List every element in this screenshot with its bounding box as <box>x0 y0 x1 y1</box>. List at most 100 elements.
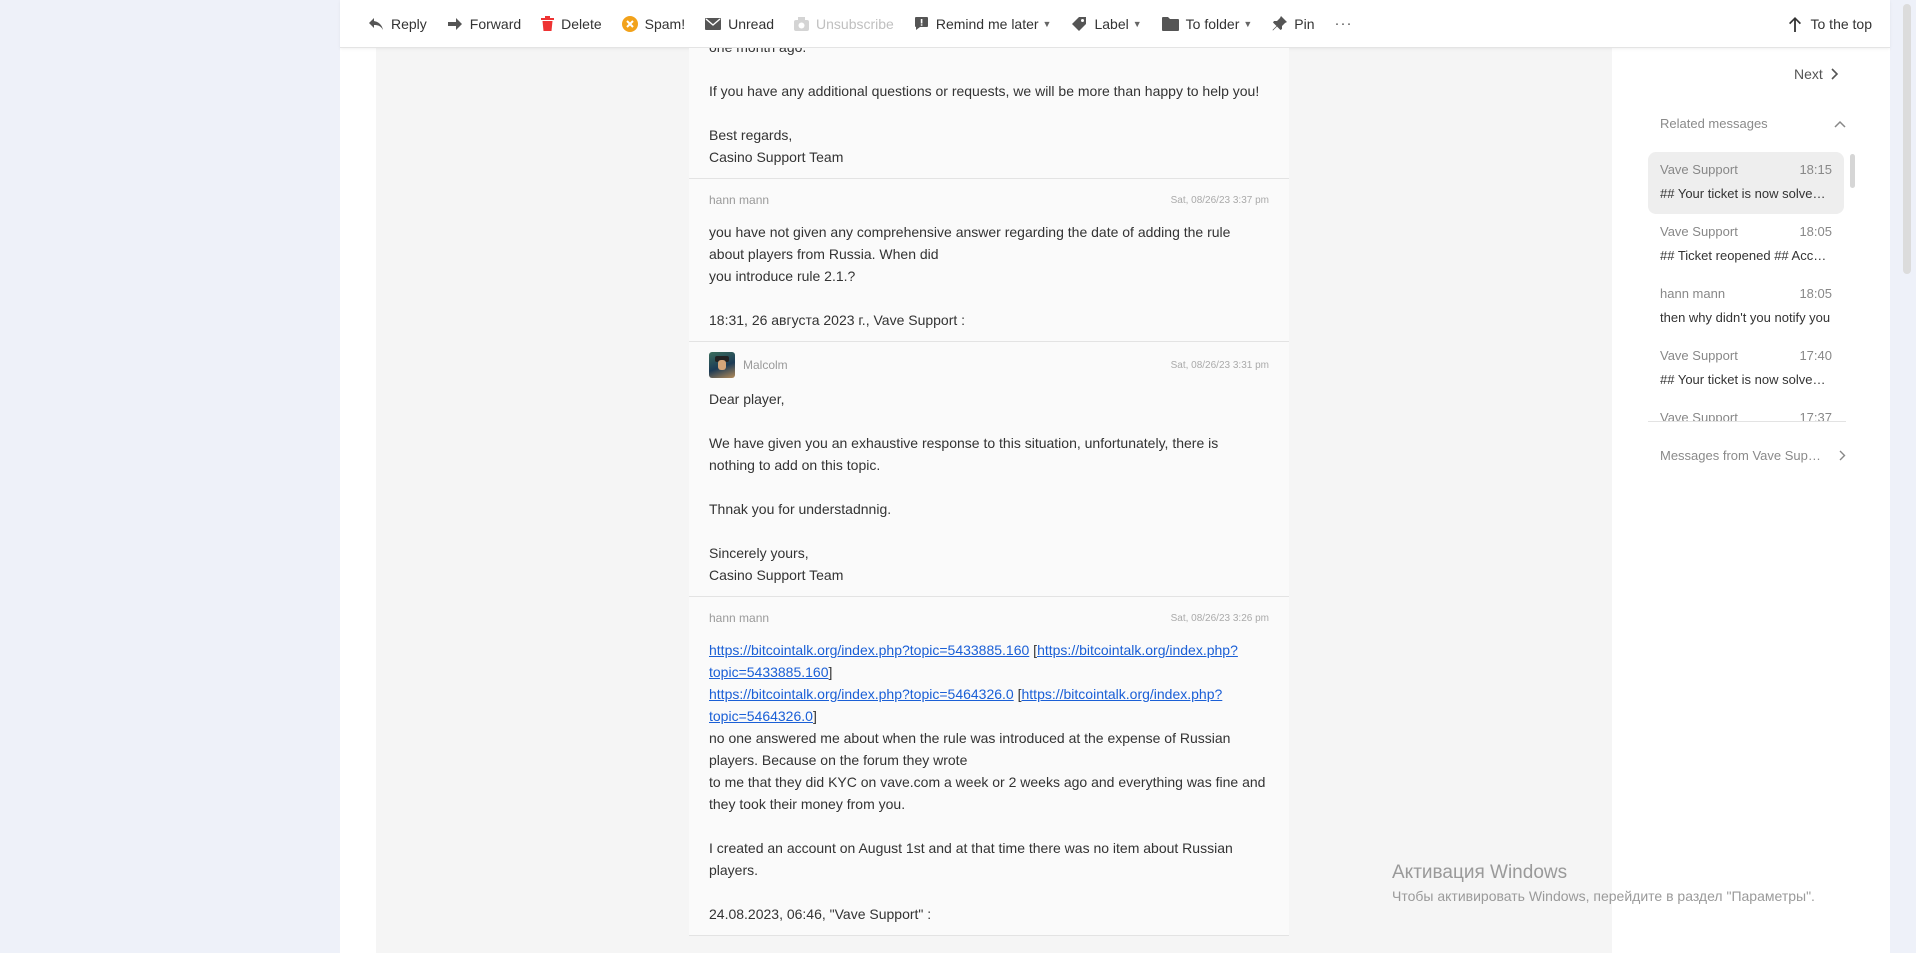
related-message-item[interactable]: Vave Support 18:05 ## Ticket reopened ## … <box>1648 214 1844 276</box>
unread-button[interactable]: Unread <box>695 0 784 48</box>
message-text: Sincerely yours, <box>709 545 809 561</box>
message-text: Casino Support Team <box>709 567 844 583</box>
message-item[interactable]: Malcolm Sat, 08/26/23 3:31 pm Dear playe… <box>689 342 1289 597</box>
bracket-close: ] <box>812 708 817 724</box>
message-text: Casino Support Team <box>709 149 844 165</box>
windows-activation-watermark: Активация Windows Чтобы активировать Win… <box>1392 862 1815 904</box>
related-sender: Vave Support <box>1660 224 1738 239</box>
bitcointalk-link[interactable]: https://bitcointalk.org/index.php? <box>1037 642 1238 658</box>
related-message-item[interactable]: Vave Support 17:40 ## Your ticket is now … <box>1648 338 1844 400</box>
delete-button[interactable]: Delete <box>531 0 611 48</box>
related-preview: ## Your ticket is now solved ## <box>1660 186 1832 201</box>
message-header: Malcolm Sat, 08/26/23 3:31 pm <box>709 342 1269 388</box>
unsubscribe-icon <box>794 16 810 31</box>
message-text: Best regards, <box>709 127 793 143</box>
related-title: Related messages <box>1660 116 1768 131</box>
bitcointalk-link[interactable]: https://bitcointalk.org/index.php?topic=… <box>709 642 1029 658</box>
remind-later-button[interactable]: Remind me later ▼ <box>904 0 1062 48</box>
to-top-button[interactable]: To the top <box>1788 0 1872 48</box>
related-sender: Vave Support <box>1660 348 1738 363</box>
pin-icon <box>1272 16 1288 31</box>
related-messages-list: Vave Support 18:15 ## Your ticket is now … <box>1648 152 1846 422</box>
bracket-open: [ <box>1029 642 1038 658</box>
message-text: https://bitcointalk.org/index.php?topic=… <box>709 683 1269 705</box>
message-text: We have given you an exhaustive response… <box>709 435 1219 451</box>
message-header: hann mann Sat, 08/26/23 3:26 pm <box>709 597 1269 639</box>
bitcointalk-link[interactable]: topic=5464326.0 <box>709 708 813 724</box>
to-folder-button[interactable]: To folder ▼ <box>1152 0 1263 48</box>
pin-label: Pin <box>1294 15 1315 32</box>
message-text: about players from Russia. When did <box>709 246 939 262</box>
message-text: Dear player, <box>709 391 785 407</box>
pin-button[interactable]: Pin <box>1262 0 1324 48</box>
related-time: 17:40 <box>1799 348 1832 363</box>
to-folder-label: To folder <box>1185 15 1240 32</box>
chevron-right-icon <box>1839 450 1846 461</box>
unsubscribe-button[interactable]: Unsubscribe <box>784 0 904 48</box>
message-toolbar: Reply Forward Delete Spam! Unread Unsubs… <box>340 0 1890 48</box>
activation-title: Активация Windows <box>1392 862 1568 883</box>
message-text: topic=5433885.160] <box>709 661 1269 683</box>
message-text: 18:31, 26 августа 2023 г., Vave Support … <box>709 312 966 328</box>
label-button[interactable]: Label ▼ <box>1061 0 1151 48</box>
related-preview: then why didn't you notify you <box>1660 310 1831 325</box>
envelope-icon <box>705 17 722 30</box>
message-text: players. Because on the forum they wrote <box>709 752 968 768</box>
message-text: Thnak you for understadnnig. <box>709 501 892 517</box>
forward-button[interactable]: Forward <box>437 0 531 48</box>
related-time: 18:05 <box>1799 286 1832 301</box>
tag-icon <box>1072 16 1087 31</box>
message-text: I created an account on August 1st and a… <box>709 840 1233 856</box>
message-item[interactable]: hann mann Sat, 08/26/23 3:26 pm https://… <box>689 597 1289 936</box>
avatar <box>709 352 735 378</box>
related-message-item[interactable]: hann mann 18:05 then why didn't you notif… <box>1648 276 1844 338</box>
reply-button[interactable]: Reply <box>358 0 437 48</box>
spam-label: Spam! <box>644 15 686 32</box>
related-time: 18:05 <box>1799 224 1832 239</box>
related-message-item[interactable]: Vave Support 17:37 <box>1648 400 1844 421</box>
unread-label: Unread <box>728 15 775 32</box>
message-text: topic=5464326.0] <box>709 705 1269 727</box>
messages-from-sender-link[interactable]: Messages from Vave Support <box>1660 448 1846 463</box>
bitcointalk-link[interactable]: https://bitcointalk.org/index.php?topic=… <box>709 686 1014 702</box>
next-message-button[interactable]: Next <box>1794 66 1839 82</box>
message-text: you introduce rule 2.1.? <box>709 268 856 284</box>
left-background <box>0 0 340 953</box>
forward-label: Forward <box>469 15 522 32</box>
chevron-right-icon <box>1831 68 1838 80</box>
more-actions-button[interactable]: ··· <box>1325 0 1363 48</box>
spam-button[interactable]: Spam! <box>612 0 695 48</box>
related-message-item[interactable]: Vave Support 18:15 ## Your ticket is now … <box>1648 152 1844 214</box>
related-messages-toggle[interactable]: Related messages <box>1660 116 1846 131</box>
bitcointalk-link[interactable]: topic=5433885.160 <box>709 664 829 680</box>
message-sender-wrap: Malcolm <box>709 352 788 378</box>
chevron-down-icon: ▼ <box>1042 18 1052 29</box>
page-scrollbar[interactable] <box>1903 4 1911 274</box>
message-text: they took their money from you. <box>709 796 906 812</box>
bracket-open: [ <box>1013 686 1022 702</box>
trash-icon <box>541 16 555 31</box>
message-date: Sat, 08/26/23 3:37 pm <box>1170 194 1269 206</box>
bitcointalk-link[interactable]: https://bitcointalk.org/index.php? <box>1022 686 1223 702</box>
forward-icon <box>447 17 462 30</box>
message-thread: one month ago. If you have any additiona… <box>689 48 1289 953</box>
more-from-label: Messages from Vave Support <box>1660 448 1826 463</box>
message-item[interactable]: hann mann Sat, 08/26/23 3:37 pm you have… <box>689 179 1289 342</box>
next-label: Next <box>1794 66 1823 82</box>
message-text: If you have any additional questions or … <box>709 83 1260 99</box>
unsubscribe-label: Unsubscribe <box>816 15 894 32</box>
message-sender: hann mann <box>709 611 770 625</box>
message-header: hann mann Sat, 08/26/23 3:37 pm <box>709 179 1269 221</box>
message-text: you have not given any comprehensive ans… <box>709 224 1231 240</box>
message-sender: Malcolm <box>743 358 788 372</box>
more-icon: ··· <box>1334 15 1353 32</box>
message-text: no one answered me about when the rule w… <box>709 730 1231 746</box>
message-text: to me that they did KYC on vave.com a we… <box>709 774 1266 790</box>
remind-label: Remind me later <box>935 15 1039 32</box>
label-label: Label <box>1094 15 1129 32</box>
message-text: 24.08.2023, 06:46, "Vave Support" : <box>709 906 932 922</box>
related-sender: Vave Support <box>1660 162 1738 177</box>
related-list-scrollbar[interactable] <box>1850 154 1855 188</box>
reply-label: Reply <box>391 15 427 32</box>
message-item: one month ago. If you have any additiona… <box>689 48 1289 179</box>
